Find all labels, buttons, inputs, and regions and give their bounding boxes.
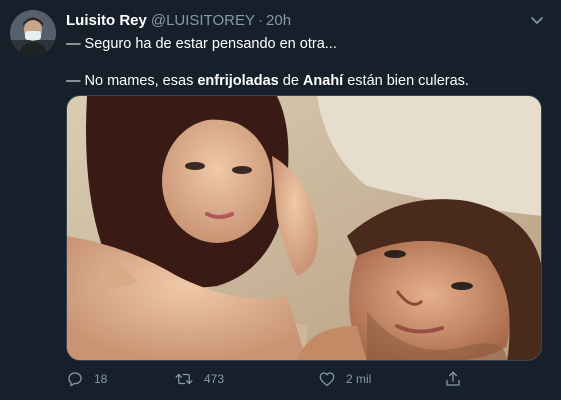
- tweet-image[interactable]: [66, 95, 542, 361]
- tweet-line-2-mid: de: [278, 73, 303, 89]
- chevron-down-icon[interactable]: [527, 10, 547, 30]
- tweet[interactable]: Luisito Rey @LUISITOREY · 20h — Seguro ha d…: [0, 0, 561, 400]
- retweet-count: 473: [204, 372, 225, 386]
- tweet-timestamp[interactable]: 20h: [266, 12, 291, 29]
- retweet-icon: [175, 373, 193, 385]
- avatar[interactable]: [10, 10, 56, 56]
- reply-icon: [68, 372, 82, 387]
- retweet-button[interactable]: 473: [174, 370, 224, 388]
- reply-count: 18: [94, 372, 108, 386]
- tweet-header: Luisito Rey @LUISITOREY · 20h: [66, 11, 291, 31]
- user-handle[interactable]: @LUISITOREY: [151, 12, 255, 29]
- tweet-line-2-prefix: — No mames, esas: [66, 73, 198, 89]
- share-icon: [446, 371, 460, 386]
- separator-dot: ·: [258, 12, 264, 29]
- tweet-line-1: — Seguro ha de estar pensando en otra...: [66, 36, 337, 52]
- tweet-text: — Seguro ha de estar pensando en otra...…: [66, 35, 546, 91]
- heart-icon: [319, 372, 335, 387]
- tweet-actions: 18 473 2 mil: [66, 370, 486, 392]
- reply-button[interactable]: 18: [66, 370, 107, 388]
- like-count: 2 mil: [346, 372, 372, 386]
- like-button[interactable]: 2 mil: [318, 370, 371, 388]
- tweet-line-2: — No mames, esas enfrijoladas de Anahí e…: [66, 72, 546, 91]
- tweet-line-2-suffix: están bien culeras.: [343, 73, 469, 89]
- bold-word-enfrijoladas: enfrijoladas: [197, 73, 279, 89]
- bold-word-anahi: Anahí: [302, 73, 344, 89]
- share-button[interactable]: [444, 370, 472, 388]
- display-name[interactable]: Luisito Rey: [66, 12, 147, 29]
